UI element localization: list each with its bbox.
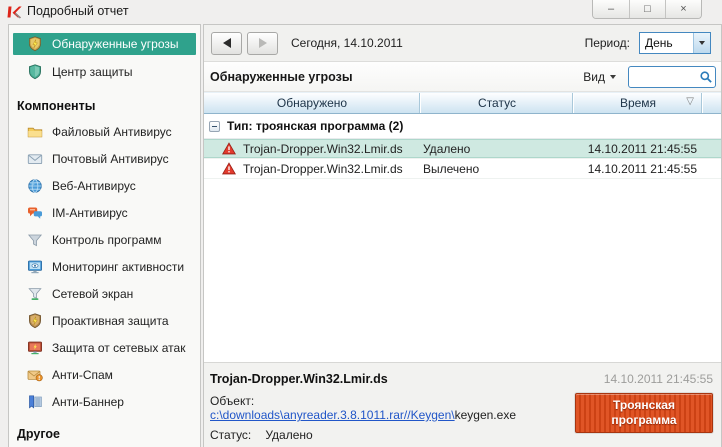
mail-icon: [27, 151, 43, 167]
alert-triangle-icon: [222, 142, 236, 155]
mail-spam-icon: [27, 367, 43, 383]
period-label: Период:: [585, 36, 630, 50]
sidebar-section-components: Компоненты: [9, 89, 200, 120]
previous-period-button[interactable]: [211, 32, 242, 55]
maximize-button[interactable]: □: [629, 0, 665, 18]
column-header-time[interactable]: Время ▽: [573, 93, 702, 113]
threat-name: Trojan-Dropper.Win32.Lmir.ds: [243, 162, 403, 176]
main-panel: Сегодня, 14.10.2011 Период: День Обнаруж…: [203, 24, 722, 447]
window-title: Подробный отчет: [27, 4, 129, 18]
object-file-name: keygen.exe: [455, 408, 516, 422]
folder-icon: [27, 124, 43, 140]
report-toolbar: Сегодня, 14.10.2011 Период: День: [204, 25, 721, 62]
sidebar-item-label: Анти-Баннер: [52, 395, 124, 409]
sidebar-item-anti-spam[interactable]: Анти-Спам: [13, 363, 196, 386]
column-header-status[interactable]: Статус: [420, 93, 573, 113]
sidebar-item-detected-threats[interactable]: Обнаруженные угрозы: [13, 33, 196, 55]
sidebar-item-label: Веб-Антивирус: [52, 179, 136, 193]
arrow-right-icon: [259, 38, 267, 48]
chevron-down-icon: [610, 75, 616, 79]
sidebar-item-file-antivirus[interactable]: Файловый Антивирус: [13, 120, 196, 143]
sidebar-item-label: Обнаруженные угрозы: [52, 37, 179, 51]
alert-triangle-icon: [222, 162, 236, 175]
sidebar-item-network-attack-protection[interactable]: Защита от сетевых атак: [13, 336, 196, 359]
current-date-label: Сегодня, 14.10.2011: [291, 36, 403, 50]
sidebar-item-label: Анти-Спам: [52, 368, 113, 382]
sidebar-item-web-antivirus[interactable]: Веб-Антивирус: [13, 174, 196, 197]
monitor-attack-icon: [27, 340, 43, 356]
threat-time: 14.10.2011 21:45:55: [573, 162, 702, 176]
sidebar-item-mail-antivirus[interactable]: Почтовый Антивирус: [13, 147, 196, 170]
kaspersky-logo-icon: [6, 4, 21, 19]
sidebar-item-proactive-defense[interactable]: Проактивная защита: [13, 309, 196, 332]
sidebar-item-firewall[interactable]: Сетевой экран: [13, 282, 196, 305]
threat-status: Удалено: [420, 142, 573, 156]
collapse-icon[interactable]: [209, 121, 220, 132]
status-value: Удалено: [265, 428, 312, 442]
minimize-button[interactable]: –: [593, 0, 629, 18]
view-menu[interactable]: Вид: [583, 70, 616, 84]
threat-status: Вылечено: [420, 162, 573, 176]
dropdown-arrow-button[interactable]: [693, 33, 710, 53]
sidebar-item-label: Защита от сетевых атак: [52, 341, 185, 355]
sidebar: Обнаруженные угрозы Центр защиты Компоне…: [8, 24, 201, 447]
shield-bronze-icon: [27, 313, 43, 329]
empty-list-area: [204, 179, 721, 362]
sidebar-item-app-control[interactable]: Контроль программ: [13, 228, 196, 251]
threat-time: 14.10.2011 21:45:55: [573, 142, 702, 156]
sidebar-item-im-antivirus[interactable]: IM-Антивирус: [13, 201, 196, 224]
sidebar-item-label: Сетевой экран: [52, 287, 133, 301]
funnel-gray-icon: [27, 232, 43, 248]
window-content: Обнаруженные угрозы Центр защиты Компоне…: [8, 24, 722, 447]
close-button[interactable]: ×: [665, 0, 701, 18]
column-header-stub: [702, 93, 721, 113]
object-label: Объект:: [210, 394, 262, 408]
sort-descending-icon: ▽: [686, 96, 694, 107]
detail-threat-name: Trojan-Dropper.Win32.Lmir.ds: [210, 372, 563, 386]
sidebar-item-activity-monitor[interactable]: Мониторинг активности: [13, 255, 196, 278]
sidebar-item-label: Контроль программ: [52, 233, 162, 247]
window-controls: – □ ×: [592, 0, 702, 19]
object-path-link[interactable]: c:\downloads\anyreader.3.8.1011.rar//Key…: [210, 408, 455, 422]
shield-lightning-icon: [27, 36, 43, 52]
monitor-eye-icon: [27, 259, 43, 275]
search-icon[interactable]: [699, 70, 713, 84]
funnel-green-icon: [27, 286, 43, 302]
search-box: [628, 66, 716, 88]
sidebar-item-protection-center[interactable]: Центр защиты: [13, 61, 196, 83]
list-title: Обнаруженные угрозы: [210, 70, 353, 84]
sidebar-item-label: Проактивная защита: [52, 314, 169, 328]
group-label: Тип: троянская программа (2): [227, 119, 403, 133]
details-panel: Trojan-Dropper.Win32.Lmir.ds Объект: c:\…: [204, 362, 721, 447]
column-header-detected[interactable]: Обнаружено: [204, 93, 420, 113]
view-label: Вид: [583, 70, 605, 84]
titlebar: Подробный отчет – □ ×: [0, 0, 722, 22]
table-row[interactable]: Trojan-Dropper.Win32.Lmir.ds Удалено 14.…: [204, 139, 721, 159]
sidebar-item-label: IM-Антивирус: [52, 206, 128, 220]
list-header: Обнаруженные угрозы Вид: [204, 62, 721, 92]
sidebar-section-other: Другое: [9, 417, 200, 447]
sidebar-item-label: Центр защиты: [52, 65, 133, 79]
table-header: Обнаружено Статус Время ▽: [204, 92, 721, 114]
shield-green-icon: [27, 64, 43, 80]
detail-time: 14.10.2011 21:45:55: [604, 372, 713, 386]
period-value: День: [640, 33, 693, 53]
arrow-left-icon: [223, 38, 231, 48]
sidebar-item-label: Почтовый Антивирус: [52, 152, 169, 166]
sidebar-item-label: Файловый Антивирус: [52, 125, 172, 139]
table-row[interactable]: Trojan-Dropper.Win32.Lmir.ds Вылечено 14…: [204, 159, 721, 179]
search-input[interactable]: [629, 68, 699, 86]
status-label: Статус:: [210, 428, 262, 442]
banner-icon: [27, 394, 43, 410]
chevron-down-icon: [699, 41, 705, 45]
next-period-button[interactable]: [247, 32, 278, 55]
group-row-trojan[interactable]: Тип: троянская программа (2): [204, 114, 721, 139]
period-dropdown[interactable]: День: [639, 32, 711, 54]
sidebar-item-anti-banner[interactable]: Анти-Баннер: [13, 390, 196, 413]
sidebar-item-label: Мониторинг активности: [52, 260, 184, 274]
threat-name: Trojan-Dropper.Win32.Lmir.ds: [243, 142, 403, 156]
chat-icon: [27, 205, 43, 221]
globe-icon: [27, 178, 43, 194]
threat-type-badge: Троянская программа: [575, 393, 713, 433]
